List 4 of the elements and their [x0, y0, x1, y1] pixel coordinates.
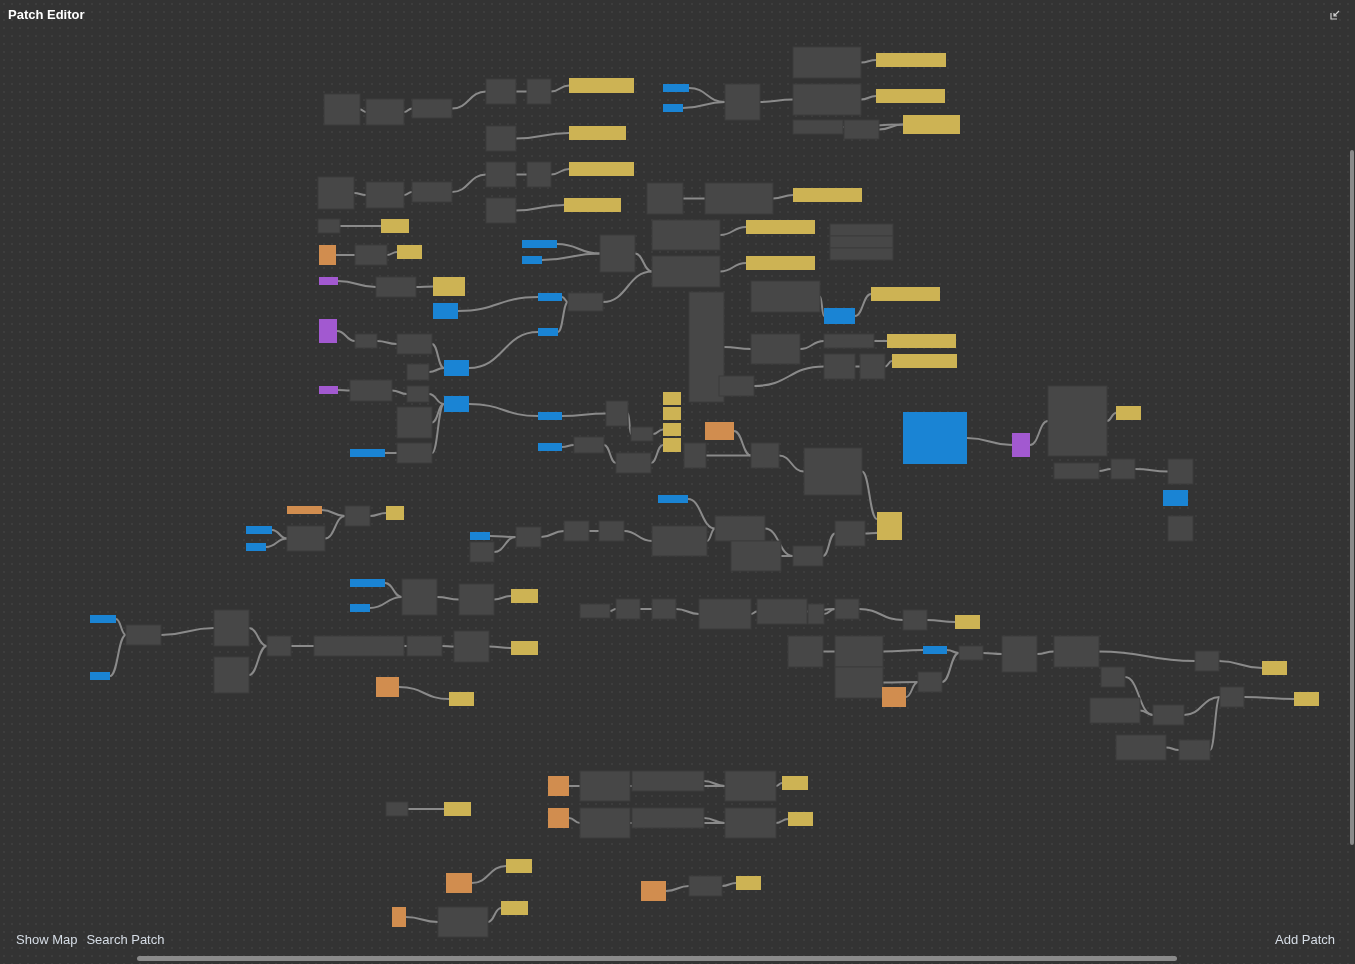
footer-button[interactable]: Search Patch	[86, 929, 165, 949]
footer-button[interactable]: Add Patch	[1275, 929, 1335, 949]
window-title: Patch Editor	[8, 6, 85, 24]
footer-button[interactable]: Show Map	[16, 929, 78, 949]
